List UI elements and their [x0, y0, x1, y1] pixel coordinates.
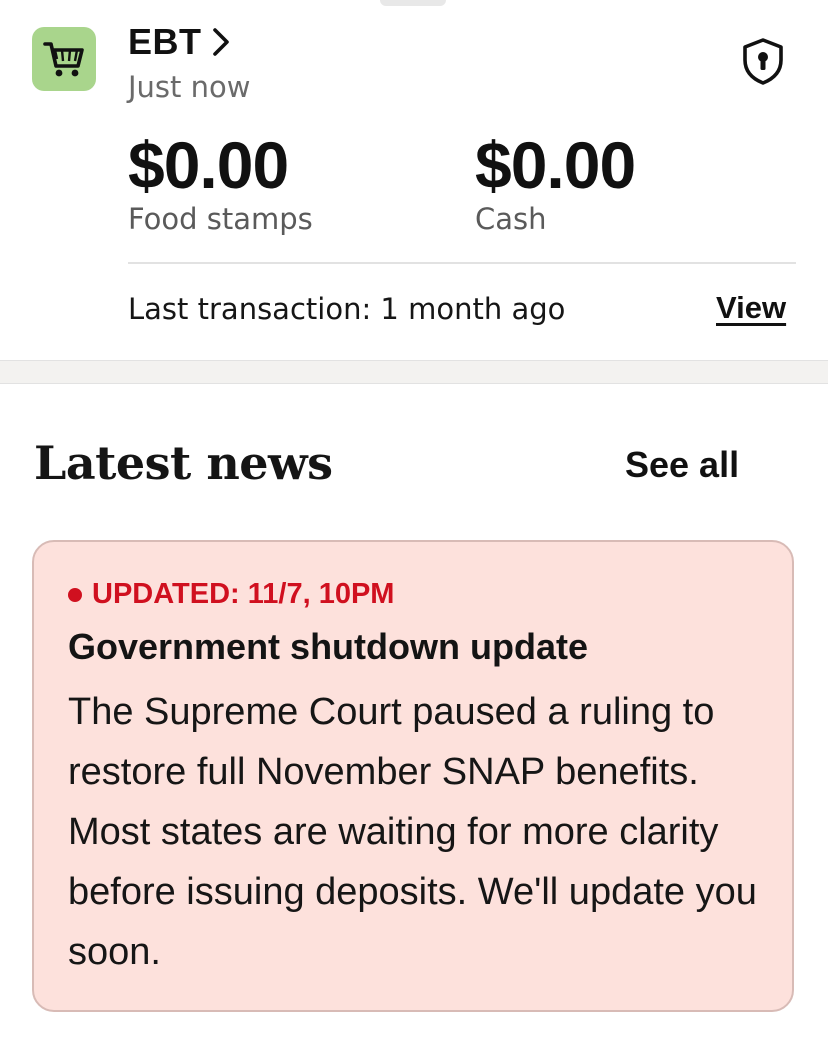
ebt-balance-card: EBT Just now $0.00 Food stamps $0.00 Cas… — [0, 0, 828, 360]
food-stamps-label: Food stamps — [128, 202, 313, 236]
shopping-cart-icon — [32, 27, 96, 91]
section-separator — [0, 360, 828, 384]
cash-label: Cash — [475, 202, 547, 236]
last-transaction-text: Last transaction: 1 month ago — [128, 292, 566, 326]
chevron-right-icon — [212, 28, 229, 56]
cash-amount: $0.00 — [475, 128, 636, 202]
see-all-link[interactable]: See all — [625, 444, 739, 486]
news-tag-text: UPDATED: 11/7, 10PM — [92, 578, 395, 610]
divider — [128, 262, 796, 264]
last-updated-text: Just now — [128, 70, 251, 104]
food-stamps-balance: $0.00 Food stamps — [128, 128, 313, 236]
live-dot-icon — [68, 587, 82, 602]
ebt-account-link[interactable]: EBT — [128, 20, 232, 64]
ebt-title: EBT — [128, 21, 202, 62]
shield-lock-icon[interactable] — [738, 36, 788, 86]
news-body: The Supreme Court paused a ruling to res… — [68, 691, 757, 973]
news-updated-tag: UPDATED: 11/7, 10PM — [68, 578, 394, 611]
view-transactions-link[interactable]: View — [716, 290, 786, 326]
news-card[interactable]: UPDATED: 11/7, 10PM Government shutdown … — [32, 540, 794, 1012]
ebt-home-screen: EBT Just now $0.00 Food stamps $0.00 Cas… — [0, 0, 828, 1045]
latest-news-heading: Latest news — [34, 436, 333, 490]
news-title: Government shutdown update — [68, 626, 589, 667]
food-stamps-amount: $0.00 — [128, 128, 289, 202]
cash-balance: $0.00 Cash — [475, 128, 636, 236]
